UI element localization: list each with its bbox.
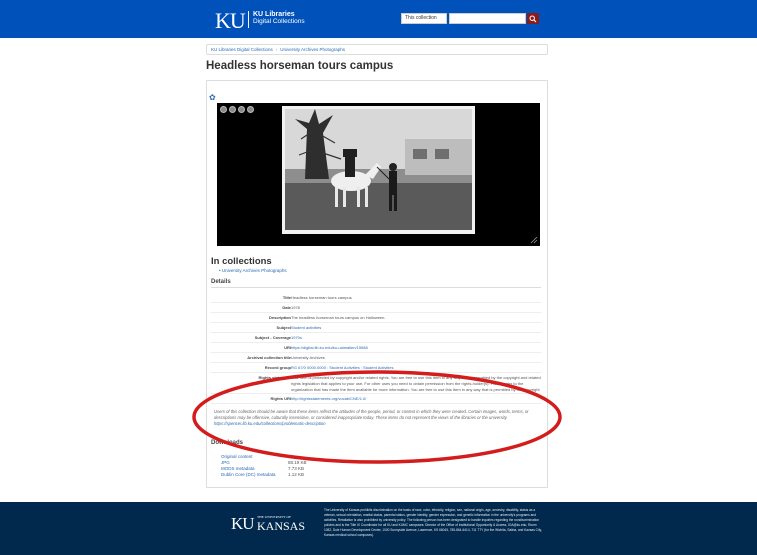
accessibility-icon[interactable]: ✿ — [209, 93, 216, 102]
breadcrumb-separator: › — [275, 47, 278, 52]
detail-label: Subject - Coverage — [254, 335, 291, 340]
page-title: Headless horseman tours campus — [206, 60, 394, 72]
zoom-out-button[interactable] — [229, 106, 236, 113]
home-button[interactable] — [238, 106, 245, 113]
logo-divider — [248, 11, 249, 28]
breadcrumb-home[interactable]: KU Libraries Digital Collections — [211, 47, 273, 52]
zoom-in-button[interactable] — [220, 106, 227, 113]
collection-link-label: University Archives Photographs — [221, 268, 287, 273]
detail-value-link[interactable]: 1970s — [291, 335, 541, 340]
detail-label: Archival collection title — [247, 355, 291, 360]
site-name-line1: KU Libraries — [253, 11, 295, 18]
details-heading: Details — [211, 279, 231, 285]
resize-handle-icon[interactable] — [530, 236, 538, 244]
footer-notice: The University of Kansas prohibits discr… — [324, 508, 542, 537]
detail-value: 1978 — [291, 305, 300, 310]
footer-logo-ku: KU — [231, 514, 255, 533]
site-name[interactable]: KU Libraries Digital Collections — [253, 11, 305, 25]
ku-footer-logo[interactable]: KU THE UNIVERSITY OF KANSAS — [231, 514, 305, 534]
detail-value: Headless horseman tours campus — [291, 295, 352, 300]
annotation-ellipse — [192, 370, 562, 464]
detail-value: The headless horseman tours campus on Ha… — [291, 315, 386, 320]
detail-row-title: Title Headless horseman tours campus — [211, 293, 541, 303]
detail-row-description: Description The headless horseman tours … — [211, 313, 541, 323]
search-input[interactable] — [449, 13, 526, 24]
download-size: 7.73 KB — [288, 466, 305, 471]
detail-label: Subject — [276, 325, 291, 330]
search-scope-select[interactable]: This collection — [401, 13, 447, 24]
horseman-photo-icon — [285, 109, 472, 230]
footer-logo-kansas: KANSAS — [257, 519, 306, 533]
detail-label: Description — [268, 315, 291, 320]
breadcrumb-collection[interactable]: University Archives Photographs — [280, 47, 345, 52]
detail-value-link[interactable]: https://digital.lib.ku.edu/ku-uaimalien/… — [291, 345, 541, 350]
details-divider — [211, 287, 541, 288]
ku-logo[interactable]: KU — [215, 8, 246, 34]
download-size: 1.12 KB — [288, 472, 305, 477]
detail-value-link[interactable]: Student activities — [291, 325, 541, 330]
breadcrumb: KU Libraries Digital Collections › Univers… — [206, 44, 548, 55]
search-icon — [529, 15, 537, 22]
collection-link[interactable]: • University Archives Photographs — [219, 268, 287, 273]
download-dc-link[interactable]: Dublin Core (DC) metadata — [221, 472, 276, 477]
detail-row-archival-collection: Archival collection title University Arc… — [211, 353, 541, 363]
detail-row-uri: URI https://digital.lib.ku.edu/ku-uaimal… — [211, 343, 541, 353]
detail-row-coverage: Subject - Coverage 1970s — [211, 333, 541, 343]
detail-row-date: Date 1978 — [211, 303, 541, 313]
download-mods-link[interactable]: MODS metadata — [221, 466, 255, 471]
site-header — [0, 0, 757, 38]
detail-label: Title — [282, 295, 291, 300]
detail-label: URI — [284, 345, 291, 350]
detail-label: Date — [282, 305, 291, 310]
fullscreen-button[interactable] — [247, 106, 254, 113]
site-name-line2: Digital Collections — [253, 18, 305, 25]
photo-image[interactable] — [285, 109, 472, 230]
detail-value: University Archives — [291, 355, 325, 360]
in-collections-heading: In collections — [211, 256, 272, 267]
search-button[interactable] — [527, 13, 539, 24]
detail-row-subject: Subject Student activities — [211, 323, 541, 333]
